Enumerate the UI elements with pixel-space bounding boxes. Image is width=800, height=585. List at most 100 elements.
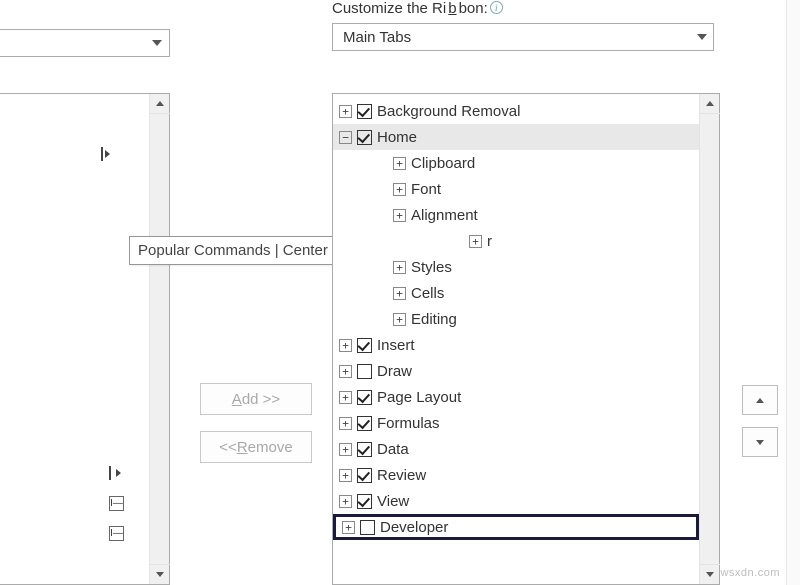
chevron-down-icon <box>706 572 714 577</box>
scroll-up-button[interactable] <box>150 94 170 114</box>
chevron-down-icon <box>697 34 707 40</box>
tree-item[interactable]: +Editing <box>333 306 699 332</box>
triangle-right-icon <box>105 150 110 158</box>
tab-checkbox[interactable] <box>357 390 372 405</box>
expand-icon[interactable]: + <box>393 157 406 170</box>
tree-item-label: Developer <box>380 519 448 536</box>
tree-item[interactable]: + Draw <box>333 358 699 384</box>
add-button[interactable]: Add >> <box>200 383 312 415</box>
remove-button[interactable]: << Remove <box>200 431 312 463</box>
tree-item-label: Font <box>411 181 441 198</box>
left-panel: g I— I— <box>0 0 173 585</box>
tree-item-label: Clipboard <box>411 155 475 172</box>
watermark: wsxdn.com <box>720 567 780 579</box>
scroll-up-button[interactable] <box>700 94 720 114</box>
tree-item[interactable]: + Styles <box>333 254 699 280</box>
command-glyph-list: I— I— <box>109 458 124 548</box>
format-icon: I— <box>109 526 124 541</box>
expand-icon[interactable]: + <box>393 183 406 196</box>
tree-item-label: Cells <box>411 285 444 302</box>
tree-item[interactable]: + Alignment <box>333 202 699 228</box>
text-cursor-icon <box>109 466 111 480</box>
expand-icon[interactable]: + <box>339 495 352 508</box>
chevron-down-icon <box>756 440 764 445</box>
move-up-button[interactable] <box>742 385 778 415</box>
tree-item[interactable]: + Formulas <box>333 410 699 436</box>
triangle-right-icon <box>116 469 121 477</box>
list-item[interactable] <box>101 145 131 163</box>
tree-item-label: Data <box>377 441 409 458</box>
tree-item-label: Draw <box>377 363 412 380</box>
tree-item-label: Styles <box>411 259 452 276</box>
ribbon-tabs-tree[interactable]: +Background Removal−Home+Clipboard+Font+… <box>332 93 720 585</box>
expand-icon[interactable]: + <box>393 287 406 300</box>
expand-icon[interactable]: + <box>339 339 352 352</box>
ribbon-scope-dropdown[interactable]: Main Tabs <box>332 23 714 51</box>
scrollbar[interactable] <box>149 94 169 584</box>
tree-item[interactable]: + Developer <box>333 514 699 540</box>
tree-item[interactable]: + View <box>333 488 699 514</box>
tree-item[interactable]: +Background Removal <box>333 98 699 124</box>
tree-item-label: Home <box>377 129 417 146</box>
tab-checkbox[interactable] <box>357 104 372 119</box>
customize-text-c: bon: <box>459 0 488 17</box>
tab-checkbox[interactable] <box>357 442 372 457</box>
expand-icon[interactable]: + <box>393 261 406 274</box>
move-down-button[interactable] <box>742 427 778 457</box>
tree-item[interactable]: + Data <box>333 436 699 462</box>
scroll-down-button[interactable] <box>700 564 720 584</box>
customize-text-b: b <box>448 0 456 17</box>
tree-item-label: Formulas <box>377 415 440 432</box>
expand-icon[interactable]: + <box>342 521 355 534</box>
scrollbar[interactable] <box>699 94 719 584</box>
list-item[interactable]: I— <box>109 488 124 518</box>
expand-icon[interactable]: + <box>339 105 352 118</box>
tab-checkbox[interactable] <box>360 520 375 535</box>
scroll-down-button[interactable] <box>150 564 170 584</box>
tree-item-label: r <box>487 233 492 250</box>
list-item[interactable]: I— <box>109 518 124 548</box>
reorder-buttons <box>742 385 778 469</box>
customize-ribbon-label: Customize the Ribbon: i <box>332 0 720 17</box>
expand-icon[interactable]: + <box>339 391 352 404</box>
format-icon: I— <box>109 496 124 511</box>
expand-icon[interactable]: + <box>339 365 352 378</box>
expand-icon[interactable]: + <box>393 209 406 222</box>
expand-icon[interactable]: + <box>339 417 352 430</box>
window-right-edge <box>786 0 800 585</box>
list-item[interactable] <box>109 458 124 488</box>
chevron-down-icon <box>152 40 162 46</box>
tab-checkbox[interactable] <box>357 416 372 431</box>
tree-item[interactable]: + Cells <box>333 280 699 306</box>
tab-checkbox[interactable] <box>357 468 372 483</box>
chevron-up-icon <box>756 398 764 403</box>
dropdown-toggle[interactable] <box>145 30 169 56</box>
tree-item[interactable]: +Review <box>333 462 699 488</box>
expand-icon[interactable]: + <box>469 235 482 248</box>
info-icon[interactable]: i <box>490 1 503 14</box>
tree-item[interactable]: + Clipboard <box>333 150 699 176</box>
tab-checkbox[interactable] <box>357 494 372 509</box>
tree-item-label: Page Layout <box>377 389 461 406</box>
tree-item[interactable]: − Home <box>333 124 699 150</box>
tab-checkbox[interactable] <box>357 364 372 379</box>
tree-item[interactable]: +r <box>333 228 699 254</box>
remove-button-prefix: << <box>219 439 237 456</box>
tab-checkbox[interactable] <box>357 130 372 145</box>
commands-listbox[interactable]: g I— I— <box>0 93 170 585</box>
expand-icon[interactable]: + <box>393 313 406 326</box>
tree-item[interactable]: +Insert <box>333 332 699 358</box>
chevron-up-icon <box>706 101 714 106</box>
tree-item[interactable]: + Font <box>333 176 699 202</box>
commands-source-dropdown[interactable] <box>0 29 170 57</box>
tree-item[interactable]: + Page Layout <box>333 384 699 410</box>
collapse-icon[interactable]: − <box>339 131 352 144</box>
expand-icon[interactable]: + <box>339 469 352 482</box>
tree-item-label: Alignment <box>411 207 478 224</box>
chevron-up-icon <box>156 101 164 106</box>
chevron-down-icon <box>156 572 164 577</box>
tree-item-label: View <box>377 493 409 510</box>
text-cursor-icon <box>101 147 103 161</box>
tab-checkbox[interactable] <box>357 338 372 353</box>
expand-icon[interactable]: + <box>339 443 352 456</box>
